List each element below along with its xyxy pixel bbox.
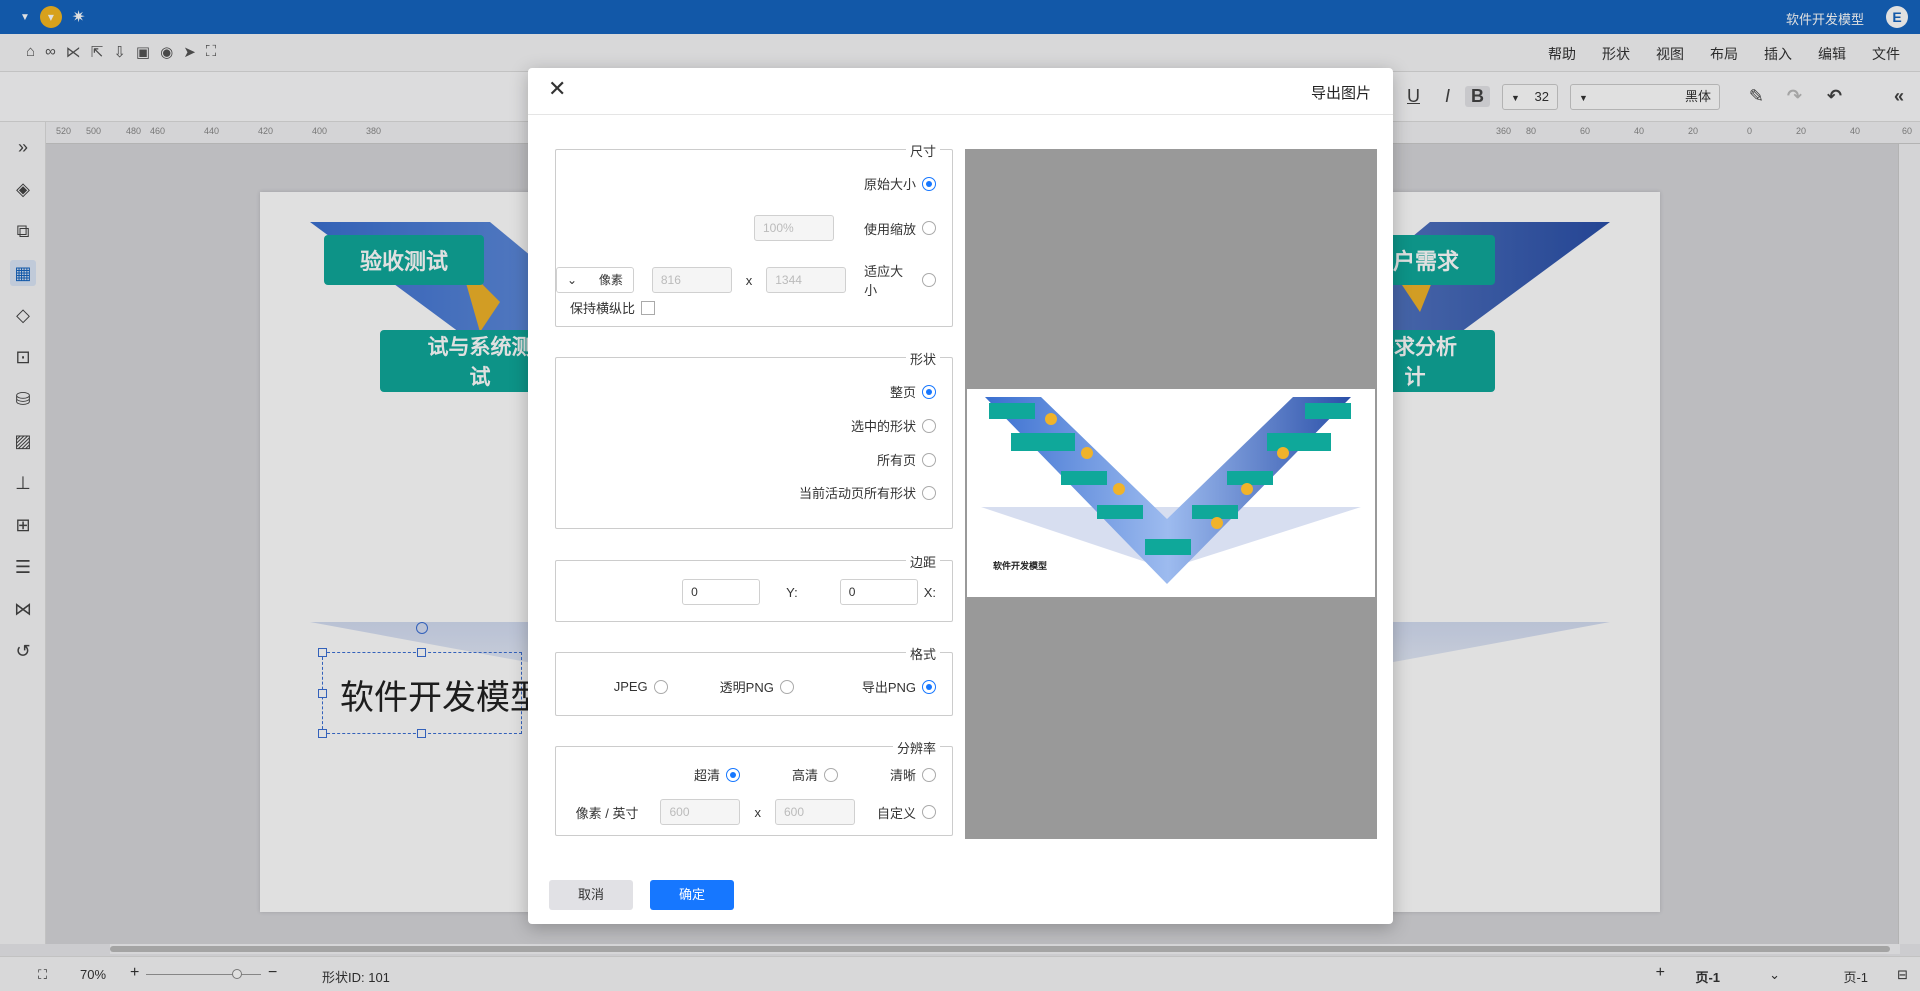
radio-selected-shapes[interactable] (922, 418, 936, 433)
resolution-w-input[interactable]: 600 (774, 799, 855, 825)
radio-original-size[interactable] (922, 176, 936, 191)
format-row: 导出PNG 透明PNG JPEG (614, 677, 936, 696)
radio-png[interactable] (922, 679, 936, 694)
clear-label: 清晰 (889, 768, 916, 783)
unit-select[interactable]: ⌄ 像素 (556, 267, 634, 293)
keep-ratio-checkbox[interactable] (641, 300, 656, 315)
png-label: 导出PNG (861, 680, 916, 695)
radio-all-pages[interactable] (922, 452, 936, 467)
selected-shapes-option[interactable]: 选中的形状 (851, 416, 936, 435)
fit-size-option[interactable]: 适应大小 1344 x 816 ⌄ 像素 (556, 261, 936, 299)
radio-use-zoom[interactable] (922, 221, 936, 235)
custom-resolution-row: 自定义 600 x 600 像素 / 英寸 (576, 799, 936, 825)
size-section: 尺寸 原始大小 使用缩放 100% 适应大小 1344 x 816 ⌄ 像素 保… (555, 141, 953, 327)
whole-page-option[interactable]: 整页 (890, 382, 936, 401)
custom-label: 自定义 (876, 805, 916, 821)
transparent-png-label: 透明PNG (719, 680, 774, 695)
times-symbol: x (745, 272, 753, 288)
unit-value: 像素 (598, 273, 623, 287)
margin-section: 边距 X: 0 Y: 0 (555, 552, 953, 622)
height-input[interactable]: 816 (651, 267, 732, 293)
margin-row: X: 0 Y: 0 (682, 579, 936, 605)
zoom-input[interactable]: 100% (753, 215, 834, 241)
radio-whole-page[interactable] (922, 384, 936, 399)
whole-page-label: 整页 (889, 385, 916, 400)
margin-y-input[interactable]: 0 (682, 579, 761, 605)
high-label: 高清 (791, 768, 818, 783)
radio-clear[interactable] (922, 767, 936, 782)
confirm-button[interactable]: 确定 (650, 880, 734, 910)
margin-legend: 边距 (905, 552, 940, 571)
all-pages-label: 所有页 (876, 453, 916, 468)
size-legend: 尺寸 (905, 141, 940, 160)
close-icon[interactable]: ✕ (548, 76, 566, 102)
keep-ratio-option[interactable]: 保持横纵比 (570, 298, 656, 317)
export-image-dialog: 导出图片 ✕ 尺寸 原始大小 使用缩放 100% 适应大小 1344 x 816… (528, 68, 1393, 924)
all-pages-option[interactable]: 所有页 (877, 450, 936, 469)
radio-transparent-png[interactable] (779, 679, 794, 694)
dialog-title: 导出图片 (1310, 85, 1371, 102)
selected-shapes-label: 选中的形状 (850, 419, 916, 434)
original-size-option[interactable]: 原始大小 (864, 174, 936, 193)
ultra-label: 超清 (693, 768, 720, 783)
radio-current-page-shapes[interactable] (922, 485, 936, 500)
keep-ratio-label: 保持横纵比 (570, 301, 636, 316)
resolution-row: 清晰 高清 超清 (694, 765, 936, 784)
radio-fit-size[interactable] (922, 273, 936, 287)
margin-x-input[interactable]: 0 (839, 579, 918, 605)
chevron-down-icon: ⌄ (567, 273, 578, 287)
margin-y-label: Y: (786, 584, 798, 600)
margin-x-label: X: (923, 584, 936, 600)
format-legend: 格式 (905, 644, 940, 663)
current-page-shapes-label: 当前活动页所有形状 (798, 486, 916, 501)
resolution-legend: 分辨率 (892, 738, 940, 757)
shape-section: 形状 整页 选中的形状 所有页 当前活动页所有形状 (555, 349, 953, 529)
width-input[interactable]: 1344 (766, 267, 847, 293)
radio-high[interactable] (823, 767, 838, 782)
current-page-shapes-option[interactable]: 当前活动页所有形状 (799, 483, 936, 502)
radio-ultra[interactable] (725, 767, 740, 782)
resolution-h-input[interactable]: 600 (660, 799, 741, 825)
export-preview: 软件开发模型 (965, 149, 1377, 839)
use-zoom-option[interactable]: 使用缩放 100% (753, 215, 936, 241)
resolution-section: 分辨率 清晰 高清 超清 自定义 600 x 600 像素 / 英寸 (555, 738, 953, 836)
fit-size-label: 适应大小 (864, 264, 904, 298)
cancel-button[interactable]: 取消 (549, 880, 633, 910)
shape-legend: 形状 (905, 349, 940, 368)
use-zoom-label: 使用缩放 (863, 221, 916, 237)
times-symbol: x (754, 804, 761, 820)
dialog-divider (528, 114, 1393, 115)
preview-caption: 软件开发模型 (993, 561, 1048, 571)
resolution-unit: 像素 / 英寸 (575, 805, 639, 821)
radio-custom[interactable] (922, 805, 936, 819)
preview-image: 软件开发模型 (967, 389, 1375, 597)
jpeg-label: JPEG (613, 679, 648, 694)
format-section: 格式 导出PNG 透明PNG JPEG (555, 644, 953, 716)
original-size-label: 原始大小 (863, 177, 916, 192)
radio-jpeg[interactable] (653, 679, 668, 694)
